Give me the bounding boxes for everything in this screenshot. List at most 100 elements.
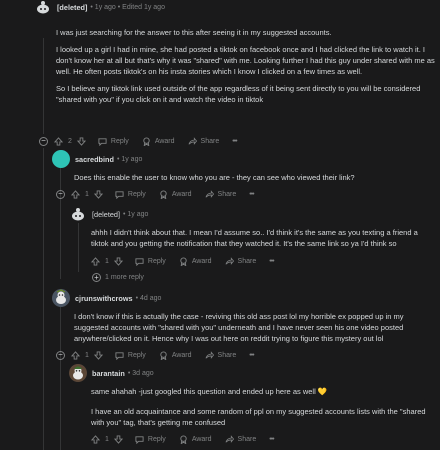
thread-line[interactable]: [78, 222, 79, 272]
collapse-toggle-icon[interactable]: −: [56, 189, 65, 199]
comment-header: cjrunswithcrows • 4d ago: [52, 289, 432, 307]
reply-button[interactable]: Reply: [115, 351, 146, 360]
award-label: Award: [154, 137, 175, 145]
share-icon: [188, 136, 197, 145]
share-button[interactable]: Share: [205, 189, 237, 199]
award-label: Award: [171, 190, 192, 198]
award-button[interactable]: Award: [159, 189, 192, 199]
share-button[interactable]: Share: [225, 434, 257, 444]
share-label: Share: [237, 257, 257, 265]
comment-body: same ahahah -just googled this question …: [91, 386, 433, 434]
comment-paragraph: ahhh I didn't think about that. I mean I…: [91, 228, 418, 248]
snoo-icon[interactable]: [34, 0, 52, 16]
comment-author[interactable]: [deleted]: [92, 210, 120, 219]
reply-icon: [115, 190, 124, 199]
more-options-icon[interactable]: •••: [269, 436, 274, 443]
reply-label: Reply: [127, 190, 146, 198]
award-label: Award: [171, 351, 192, 359]
downvote-icon[interactable]: [113, 434, 123, 444]
comment-body: I was just searching for the answer to t…: [56, 27, 440, 111]
comment-paragraph: So I believe any tiktok link used outsid…: [56, 84, 421, 104]
expand-icon: +: [92, 273, 101, 282]
downvote-icon[interactable]: [93, 350, 103, 360]
award-button[interactable]: Award: [179, 256, 212, 266]
comment-paragraph: Does this enable the user to know who yo…: [74, 173, 355, 182]
award-icon: [143, 136, 150, 146]
reply-label: Reply: [127, 351, 146, 359]
vote-count: 1: [85, 351, 89, 359]
upvote-icon[interactable]: [54, 136, 63, 146]
more-options-icon[interactable]: •••: [249, 352, 254, 359]
comment: barantain • 3d ago same ahahah -just goo…: [69, 364, 434, 427]
reply-icon: [98, 137, 107, 146]
reply-button[interactable]: Reply: [115, 190, 146, 199]
snoo-icon[interactable]: [69, 205, 87, 223]
collapse-toggle-icon[interactable]: −: [56, 350, 65, 360]
upvote-icon[interactable]: [71, 189, 80, 199]
award-button[interactable]: Award: [142, 136, 175, 146]
award-button[interactable]: Award: [179, 434, 212, 444]
thread-line[interactable]: [60, 166, 61, 279]
award-label: Award: [191, 435, 212, 443]
award-icon: [160, 189, 167, 199]
more-options-icon[interactable]: •••: [249, 191, 254, 198]
reply-icon: [115, 351, 124, 360]
share-label: Share: [217, 190, 237, 198]
vote-control: 1: [91, 256, 123, 266]
share-icon: [205, 350, 214, 359]
award-label: Award: [191, 257, 212, 265]
comment-author[interactable]: sacredbind: [75, 155, 114, 164]
comment-header: [deleted] • 1y ago: [69, 205, 434, 223]
award-icon: [180, 434, 187, 444]
snoo-avatar[interactable]: [52, 289, 70, 307]
share-button[interactable]: Share: [188, 136, 220, 146]
reply-icon: [135, 435, 144, 444]
share-button[interactable]: Share: [225, 256, 257, 266]
comment: [deleted] • 1y ago • Edited 1y ago I was…: [34, 0, 435, 104]
comment-thread: [deleted] • 1y ago • Edited 1y ago I was…: [0, 0, 440, 450]
reply-label: Reply: [110, 137, 129, 145]
downvote-icon[interactable]: [93, 189, 103, 199]
comment-author[interactable]: barantain: [92, 369, 125, 378]
upvote-icon[interactable]: [91, 434, 100, 444]
reply-button[interactable]: Reply: [135, 435, 166, 444]
share-label: Share: [200, 137, 220, 145]
award-icon: [180, 256, 187, 266]
comment: [deleted] • 1y ago ahhh I didn't think a…: [69, 205, 434, 248]
comment-author[interactable]: [deleted]: [57, 3, 87, 12]
vote-count: 2: [68, 137, 72, 145]
snoo-avatar[interactable]: [69, 364, 87, 382]
comment-body: ahhh I didn't think about that. I mean I…: [91, 227, 433, 255]
comment-meta: • 3d ago: [127, 369, 154, 377]
comment-meta: • 1y ago: [116, 155, 143, 163]
upvote-icon[interactable]: [91, 256, 100, 266]
vote-count: 1: [105, 257, 109, 265]
thread-line[interactable]: [43, 148, 44, 450]
reply-button[interactable]: Reply: [135, 257, 166, 266]
reply-button[interactable]: Reply: [98, 137, 129, 146]
comment-actions: − 2 Reply Award Share •••: [39, 134, 238, 148]
reply-label: Reply: [147, 257, 166, 265]
share-icon: [225, 256, 234, 265]
more-options-icon[interactable]: •••: [269, 258, 274, 265]
vote-control: 1: [71, 350, 103, 360]
reply-label: Reply: [147, 435, 166, 443]
downvote-icon[interactable]: [76, 136, 86, 146]
downvote-icon[interactable]: [113, 256, 123, 266]
thread-line[interactable]: [43, 38, 44, 134]
share-button[interactable]: Share: [205, 350, 236, 360]
comment-author[interactable]: cjrunswithcrows: [75, 294, 133, 303]
comment-paragraph: I was just searching for the answer to t…: [56, 28, 332, 37]
share-icon: [205, 189, 214, 198]
comment-actions: 1 Reply Award Share •••: [91, 432, 275, 446]
comment-header: sacredbind • 1y ago: [52, 150, 432, 168]
upvote-icon[interactable]: [71, 350, 80, 360]
more-replies-link[interactable]: + 1 more reply: [92, 273, 144, 282]
thread-line[interactable]: [60, 307, 61, 450]
more-options-icon[interactable]: •••: [232, 138, 237, 145]
award-button[interactable]: Award: [159, 350, 192, 360]
collapse-toggle-icon[interactable]: −: [39, 136, 48, 146]
comment-header: barantain • 3d ago: [69, 364, 434, 382]
teal-circle-avatar[interactable]: [52, 150, 70, 168]
share-label: Share: [237, 435, 257, 443]
